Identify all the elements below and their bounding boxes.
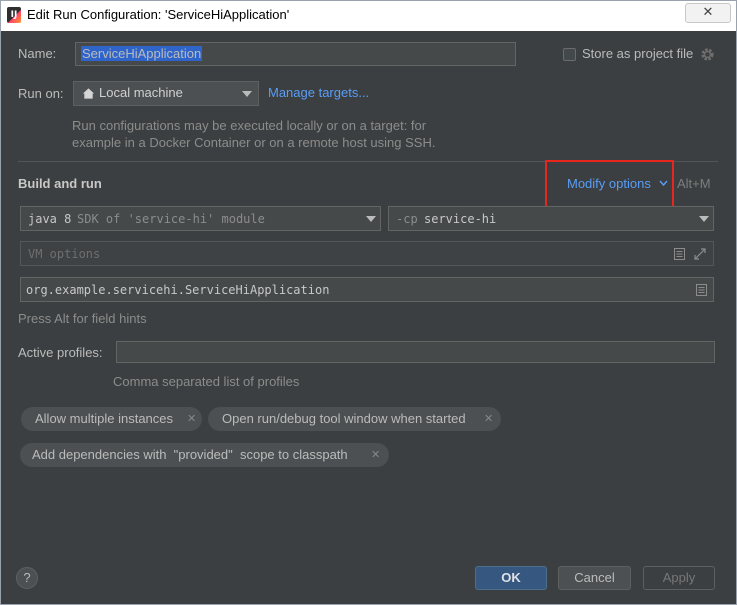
main-class-value: org.example.servicehi.ServiceHiApplicati…	[26, 283, 330, 297]
run-on-hint-line-2: example in a Docker Container or on a re…	[72, 135, 436, 150]
gear-icon[interactable]	[700, 47, 715, 62]
active-profiles-hint: Comma separated list of profiles	[113, 374, 300, 389]
jre-sdk-combobox[interactable]: java 8 SDK of 'service-hi' module	[20, 206, 381, 231]
active-profiles-field[interactable]	[116, 341, 715, 363]
name-label: Name:	[18, 46, 57, 61]
chip-allow-multiple-instances: Allow multiple instances ✕	[21, 407, 202, 431]
run-configuration-dialog: IJ Edit Run Configuration: 'ServiceHiApp…	[0, 0, 737, 605]
document-icon[interactable]	[696, 284, 707, 296]
title-bar: IJ Edit Run Configuration: 'ServiceHiApp…	[1, 1, 736, 31]
home-icon	[82, 88, 95, 99]
classpath-flag: -cp	[396, 212, 418, 226]
apply-button[interactable]: Apply	[643, 566, 715, 590]
run-on-combobox[interactable]: Local machine	[73, 81, 259, 106]
close-icon[interactable]: ✕	[371, 443, 380, 467]
cancel-button[interactable]: Cancel	[558, 566, 631, 590]
main-class-field[interactable]: org.example.servicehi.ServiceHiApplicati…	[20, 277, 714, 302]
close-icon[interactable]: ✕	[187, 407, 196, 431]
classpath-module: service-hi	[424, 212, 497, 226]
sdk-version: java 8	[28, 212, 72, 226]
close-window-button[interactable]: ✕	[685, 3, 731, 23]
intellij-icon: IJ	[7, 7, 21, 23]
classpath-module-combobox[interactable]: -cp service-hi	[388, 206, 714, 231]
highlight-box	[545, 160, 674, 211]
vm-options-field[interactable]: VM options	[20, 241, 714, 266]
name-value: ServiceHiApplication	[81, 46, 203, 61]
run-on-value: Local machine	[99, 85, 183, 100]
window-title: Edit Run Configuration: 'ServiceHiApplic…	[27, 7, 290, 22]
modify-options-shortcut: Alt+M	[677, 176, 711, 191]
active-profiles-label: Active profiles:	[18, 345, 103, 360]
store-as-project-file-label: Store as project file	[582, 46, 694, 61]
document-icon[interactable]	[674, 248, 685, 260]
store-as-project-file-checkbox[interactable]	[563, 48, 576, 61]
manage-targets-link[interactable]: Manage targets...	[268, 85, 369, 100]
vm-options-placeholder: VM options	[28, 247, 101, 261]
chevron-down-icon	[366, 216, 376, 222]
field-hint-text: Press Alt for field hints	[18, 311, 147, 326]
chip-label: Open run/debug tool window when started	[222, 411, 466, 426]
chip-label: Allow multiple instances	[35, 411, 174, 426]
build-and-run-heading: Build and run	[18, 176, 102, 191]
chip-label: Add dependencies with "provided" scope t…	[32, 447, 348, 462]
sdk-description: SDK of 'service-hi' module	[77, 212, 265, 226]
help-button[interactable]: ?	[16, 567, 38, 589]
dialog-body: Name: ServiceHiApplication Store as proj…	[1, 32, 736, 604]
run-on-label: Run on:	[18, 86, 64, 101]
ok-button[interactable]: OK	[475, 566, 547, 590]
chevron-down-icon	[242, 91, 252, 97]
run-on-hint-line-1: Run configurations may be executed local…	[72, 118, 427, 133]
chip-add-provided-dependencies: Add dependencies with "provided" scope t…	[20, 443, 389, 467]
chip-open-tool-window: Open run/debug tool window when started …	[208, 407, 501, 431]
chevron-down-icon	[699, 216, 709, 222]
name-field[interactable]: ServiceHiApplication	[75, 42, 516, 66]
close-icon[interactable]: ✕	[484, 407, 493, 431]
expand-icon[interactable]	[694, 248, 706, 260]
